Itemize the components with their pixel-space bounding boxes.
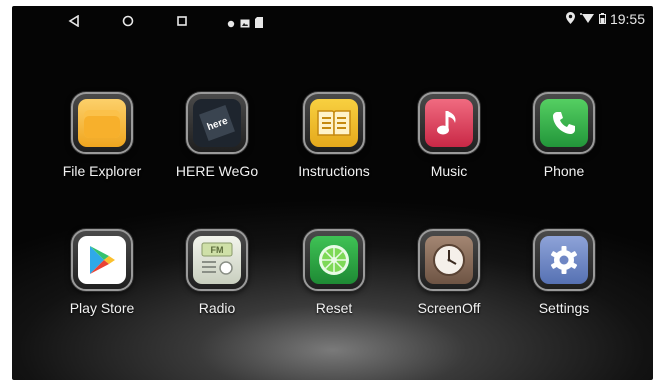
app-instructions[interactable]: Instructions bbox=[279, 92, 389, 179]
here-wego-icon: here bbox=[193, 99, 241, 147]
app-reset[interactable]: Reset bbox=[279, 229, 389, 316]
folder-icon bbox=[78, 99, 126, 147]
play-store-icon bbox=[78, 236, 126, 284]
app-radio[interactable]: FM Radio bbox=[162, 229, 272, 316]
app-music[interactable]: Music bbox=[394, 92, 504, 179]
app-settings[interactable]: Settings bbox=[509, 229, 619, 316]
music-note-icon bbox=[425, 99, 473, 147]
gear-icon bbox=[540, 236, 588, 284]
screen: 19:55 File Explorer here HERE WeGo Instr… bbox=[12, 6, 653, 380]
clock-icon bbox=[425, 236, 473, 284]
phone-icon bbox=[540, 99, 588, 147]
book-icon bbox=[310, 99, 358, 147]
lime-icon bbox=[310, 236, 358, 284]
svg-text:FM: FM bbox=[211, 245, 224, 255]
app-grid: File Explorer here HERE WeGo Instruction… bbox=[12, 6, 653, 380]
app-phone[interactable]: Phone bbox=[509, 92, 619, 179]
app-screenoff[interactable]: ScreenOff bbox=[394, 229, 504, 316]
radio-icon: FM bbox=[193, 236, 241, 284]
app-file-explorer[interactable]: File Explorer bbox=[47, 92, 157, 179]
app-play-store[interactable]: Play Store bbox=[47, 229, 157, 316]
app-here-wego[interactable]: here HERE WeGo bbox=[162, 92, 272, 179]
